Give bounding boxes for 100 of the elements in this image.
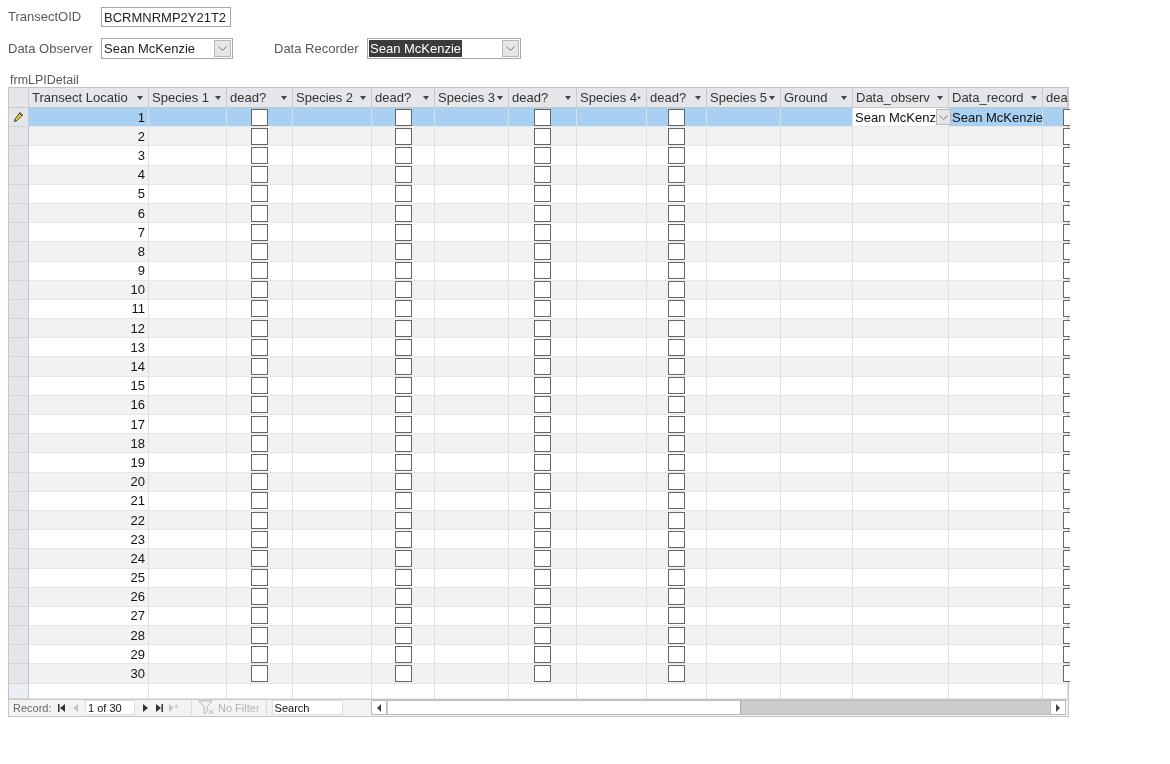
table-row[interactable]: 28	[9, 626, 1068, 646]
table-row[interactable]: 6	[9, 203, 1068, 224]
checkbox[interactable]	[251, 281, 268, 299]
checkbox[interactable]	[251, 415, 268, 433]
checkbox[interactable]	[534, 319, 551, 337]
dropdown-button[interactable]	[502, 40, 519, 57]
checkbox[interactable]	[668, 358, 685, 376]
checkbox[interactable]	[668, 319, 685, 337]
checkbox[interactable]	[251, 530, 268, 548]
table-row[interactable]: 25	[9, 568, 1068, 588]
checkbox[interactable]	[668, 223, 685, 241]
checkbox[interactable]	[668, 434, 685, 452]
column-header[interactable]: dead?	[227, 88, 293, 107]
checkbox[interactable]	[394, 338, 412, 356]
table-row[interactable]: 15	[9, 376, 1068, 396]
checkbox[interactable]	[1063, 588, 1070, 606]
table-row[interactable]: 24	[9, 549, 1068, 569]
checkbox[interactable]	[1063, 549, 1070, 567]
checkbox[interactable]	[668, 415, 685, 433]
checkbox[interactable]	[534, 377, 551, 395]
checkbox[interactable]	[668, 281, 685, 299]
checkbox[interactable]	[394, 607, 412, 625]
checkbox[interactable]	[534, 204, 551, 222]
checkbox[interactable]	[251, 434, 268, 452]
checkbox[interactable]	[668, 108, 685, 126]
checkbox[interactable]	[394, 146, 412, 164]
checkbox[interactable]	[534, 492, 551, 510]
dropdown-field[interactable]: Sean McKenzie	[101, 38, 233, 59]
checkbox[interactable]	[394, 626, 412, 644]
table-row[interactable]: 23	[9, 530, 1068, 550]
checkbox[interactable]	[668, 396, 685, 414]
checkbox[interactable]	[668, 146, 685, 164]
checkbox[interactable]	[668, 645, 685, 663]
column-header[interactable]: Species 2	[293, 88, 372, 107]
dropdown-field[interactable]: Sean McKenz	[853, 108, 949, 128]
table-row[interactable]: 14	[9, 357, 1068, 377]
checkbox[interactable]	[668, 127, 685, 145]
scrollbar-thumb[interactable]	[387, 701, 741, 715]
checkbox[interactable]	[534, 300, 551, 318]
checkbox[interactable]	[394, 453, 412, 471]
checkbox[interactable]	[534, 511, 551, 529]
checkbox[interactable]	[1063, 415, 1070, 433]
checkbox[interactable]	[534, 549, 551, 567]
checkbox[interactable]	[668, 242, 685, 260]
checkbox[interactable]	[534, 453, 551, 471]
table-row[interactable]: 16	[9, 395, 1068, 415]
scroll-left-button[interactable]	[371, 701, 387, 715]
checkbox[interactable]	[668, 607, 685, 625]
search-field[interactable]: Search	[271, 700, 343, 716]
checkbox[interactable]	[251, 319, 268, 337]
table-row[interactable]: 8	[9, 242, 1068, 262]
checkbox[interactable]	[251, 223, 268, 241]
column-header[interactable]: Species 3	[435, 88, 509, 107]
checkbox[interactable]	[251, 377, 268, 395]
checkbox[interactable]	[394, 204, 412, 222]
checkbox[interactable]	[394, 108, 412, 126]
checkbox[interactable]	[394, 300, 412, 318]
table-row[interactable]: 19	[9, 453, 1068, 473]
column-header[interactable]: Species 1	[149, 88, 227, 107]
checkbox[interactable]	[251, 242, 268, 260]
checkbox[interactable]	[394, 185, 412, 203]
checkbox[interactable]	[534, 358, 551, 376]
checkbox[interactable]	[534, 223, 551, 241]
checkbox[interactable]	[668, 300, 685, 318]
checkbox[interactable]	[1063, 166, 1070, 184]
checkbox[interactable]	[394, 242, 412, 260]
dropdown-button[interactable]	[214, 40, 231, 57]
text-field[interactable]: BCRMNRMP2Y21T2	[101, 7, 231, 27]
checkbox[interactable]	[668, 453, 685, 471]
checkbox[interactable]	[534, 146, 551, 164]
checkbox[interactable]	[394, 645, 412, 663]
checkbox[interactable]	[251, 185, 268, 203]
checkbox[interactable]	[534, 338, 551, 356]
checkbox[interactable]	[251, 549, 268, 567]
checkbox[interactable]	[394, 127, 412, 145]
column-header[interactable]: dead?	[509, 88, 577, 107]
checkbox[interactable]	[1063, 262, 1070, 280]
checkbox[interactable]	[534, 434, 551, 452]
checkbox[interactable]	[534, 242, 551, 260]
checkbox[interactable]	[1063, 607, 1070, 625]
checkbox[interactable]	[251, 338, 268, 356]
table-row[interactable]: 26	[9, 587, 1068, 607]
checkbox[interactable]	[534, 166, 551, 184]
checkbox[interactable]	[251, 588, 268, 606]
checkbox[interactable]	[251, 453, 268, 471]
checkbox[interactable]	[534, 108, 551, 126]
checkbox[interactable]	[394, 396, 412, 414]
column-header[interactable]: Data_observ	[853, 88, 949, 107]
checkbox[interactable]	[668, 338, 685, 356]
checkbox[interactable]	[668, 511, 685, 529]
checkbox[interactable]	[394, 530, 412, 548]
checkbox[interactable]	[1063, 511, 1070, 529]
checkbox[interactable]	[251, 262, 268, 280]
checkbox[interactable]	[1063, 492, 1070, 510]
table-row[interactable]: 7	[9, 223, 1068, 243]
checkbox[interactable]	[1063, 645, 1070, 663]
checkbox[interactable]	[668, 492, 685, 510]
checkbox[interactable]	[1063, 530, 1070, 548]
checkbox[interactable]	[534, 473, 551, 491]
checkbox[interactable]	[1063, 453, 1070, 471]
